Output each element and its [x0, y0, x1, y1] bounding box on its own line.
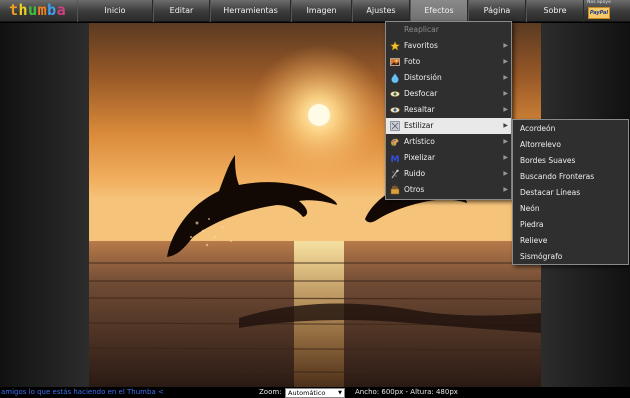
- stylize-icon: [390, 121, 400, 131]
- item-label: Reaplicar: [404, 25, 439, 34]
- top-menu-bar: thumba Inicio Editar Herramientas Imagen…: [0, 0, 630, 22]
- effects-item-pixelizar[interactable]: M Pixelizar ▶: [386, 150, 511, 166]
- eye-icon: [390, 89, 400, 99]
- image-dimensions: Ancho: 600px - Altura: 480px: [355, 388, 458, 396]
- zoom-value: Automático: [288, 389, 326, 397]
- chevron-right-icon: ▶: [503, 90, 508, 97]
- chevron-right-icon: ▶: [503, 58, 508, 65]
- effects-item-resaltar[interactable]: Resaltar ▶: [386, 102, 511, 118]
- submenu-item-neon[interactable]: Neón: [513, 201, 628, 217]
- effects-item-reaplicar[interactable]: Reaplicar: [386, 22, 511, 38]
- logo-letter: u: [28, 1, 38, 19]
- chevron-right-icon: ▶: [503, 74, 508, 81]
- main-menu: Inicio Editar Herramientas Imagen Ajuste…: [77, 0, 584, 22]
- chevron-right-icon: ▶: [503, 106, 508, 113]
- logo-letter: b: [47, 1, 57, 19]
- item-label: Pixelizar: [404, 153, 436, 162]
- submenu-item-relieve[interactable]: Relieve: [513, 233, 628, 249]
- chevron-right-icon: ▶: [503, 170, 508, 177]
- submenu-item-buscando-fronteras[interactable]: Buscando Fronteras: [513, 169, 628, 185]
- logo-letter: t: [9, 1, 19, 19]
- chevron-right-icon: ▶: [503, 138, 508, 145]
- effects-item-foto[interactable]: Foto ▶: [386, 54, 511, 70]
- palette-icon: [390, 137, 400, 147]
- submenu-item-acordeon[interactable]: Acordeón: [513, 121, 628, 137]
- status-link[interactable]: amigos lo que estás haciendo en el Thumb…: [1, 387, 164, 398]
- effects-item-desfocar[interactable]: Desfocar ▶: [386, 86, 511, 102]
- submenu-item-piedra[interactable]: Piedra: [513, 217, 628, 233]
- chevron-right-icon: ▶: [503, 186, 508, 193]
- zoom-label: Zoom:: [259, 388, 282, 396]
- menu-pagina[interactable]: Página: [468, 0, 526, 22]
- menu-herramientas[interactable]: Herramientas: [210, 0, 291, 22]
- menu-ajustes[interactable]: Ajustes: [352, 0, 410, 22]
- item-label: Otros: [404, 185, 425, 194]
- tools-icon: [390, 185, 400, 195]
- submenu-item-altorrelevo[interactable]: Altorrelevo: [513, 137, 628, 153]
- item-label: Desfocar: [404, 89, 438, 98]
- submenu-item-sismografo[interactable]: Sismógrafo: [513, 249, 628, 265]
- thumba-logo[interactable]: thumba: [9, 1, 66, 19]
- chevron-right-icon: ▶: [503, 122, 508, 129]
- menu-imagen[interactable]: Imagen: [291, 0, 352, 22]
- item-label: Favoritos: [404, 41, 438, 50]
- support-box: Nos apoye PayPal: [585, 0, 613, 22]
- menu-editar[interactable]: Editar: [153, 0, 210, 22]
- effects-item-estilizar[interactable]: Estilizar ▶: [386, 118, 511, 134]
- star-icon: [389, 40, 401, 51]
- status-bar: amigos lo que estás haciendo en el Thumb…: [0, 387, 630, 398]
- item-label: Artístico: [404, 137, 435, 146]
- noise-icon: [390, 169, 400, 179]
- menu-sobre[interactable]: Sobre: [526, 0, 584, 22]
- zoom-select[interactable]: Automático ▼: [285, 388, 345, 398]
- item-label: Ruido: [404, 169, 426, 178]
- chevron-right-icon: ▶: [503, 154, 508, 161]
- effects-item-otros[interactable]: Otros ▶: [386, 182, 511, 198]
- logo-letter: h: [18, 1, 29, 19]
- support-label: Nos apoye: [587, 0, 611, 5]
- effects-dropdown: Reaplicar Favoritos ▶ Foto ▶ Distorsión …: [385, 21, 512, 200]
- item-label: Estilizar: [404, 121, 434, 130]
- item-label: Foto: [404, 57, 421, 66]
- effects-item-distorsion[interactable]: Distorsión ▶: [386, 70, 511, 86]
- drop-icon: [390, 73, 400, 84]
- menu-inicio[interactable]: Inicio: [77, 0, 153, 22]
- logo-letter: m: [37, 1, 48, 19]
- svg-text:M: M: [391, 155, 400, 163]
- effects-item-artistico[interactable]: Artístico ▶: [386, 134, 511, 150]
- chevron-right-icon: ▶: [503, 42, 508, 49]
- submenu-item-destacar-lineas[interactable]: Destacar Líneas: [513, 185, 628, 201]
- pixel-icon: M: [390, 153, 400, 165]
- paypal-button[interactable]: PayPal: [588, 7, 610, 19]
- chevron-down-icon: ▼: [338, 390, 342, 396]
- photo-icon: [390, 57, 400, 67]
- effects-item-ruido[interactable]: Ruido ▶: [386, 166, 511, 182]
- eye-icon: [390, 105, 400, 115]
- submenu-item-bordes-suaves[interactable]: Bordes Suaves: [513, 153, 628, 169]
- menu-efectos[interactable]: Efectos: [410, 0, 468, 22]
- item-label: Resaltar: [404, 105, 435, 114]
- stylize-submenu: Acordeón Altorrelevo Bordes Suaves Busca…: [512, 119, 629, 265]
- item-label: Distorsión: [404, 73, 442, 82]
- effects-item-favoritos[interactable]: Favoritos ▶: [386, 38, 511, 54]
- logo-letter: a: [56, 1, 67, 19]
